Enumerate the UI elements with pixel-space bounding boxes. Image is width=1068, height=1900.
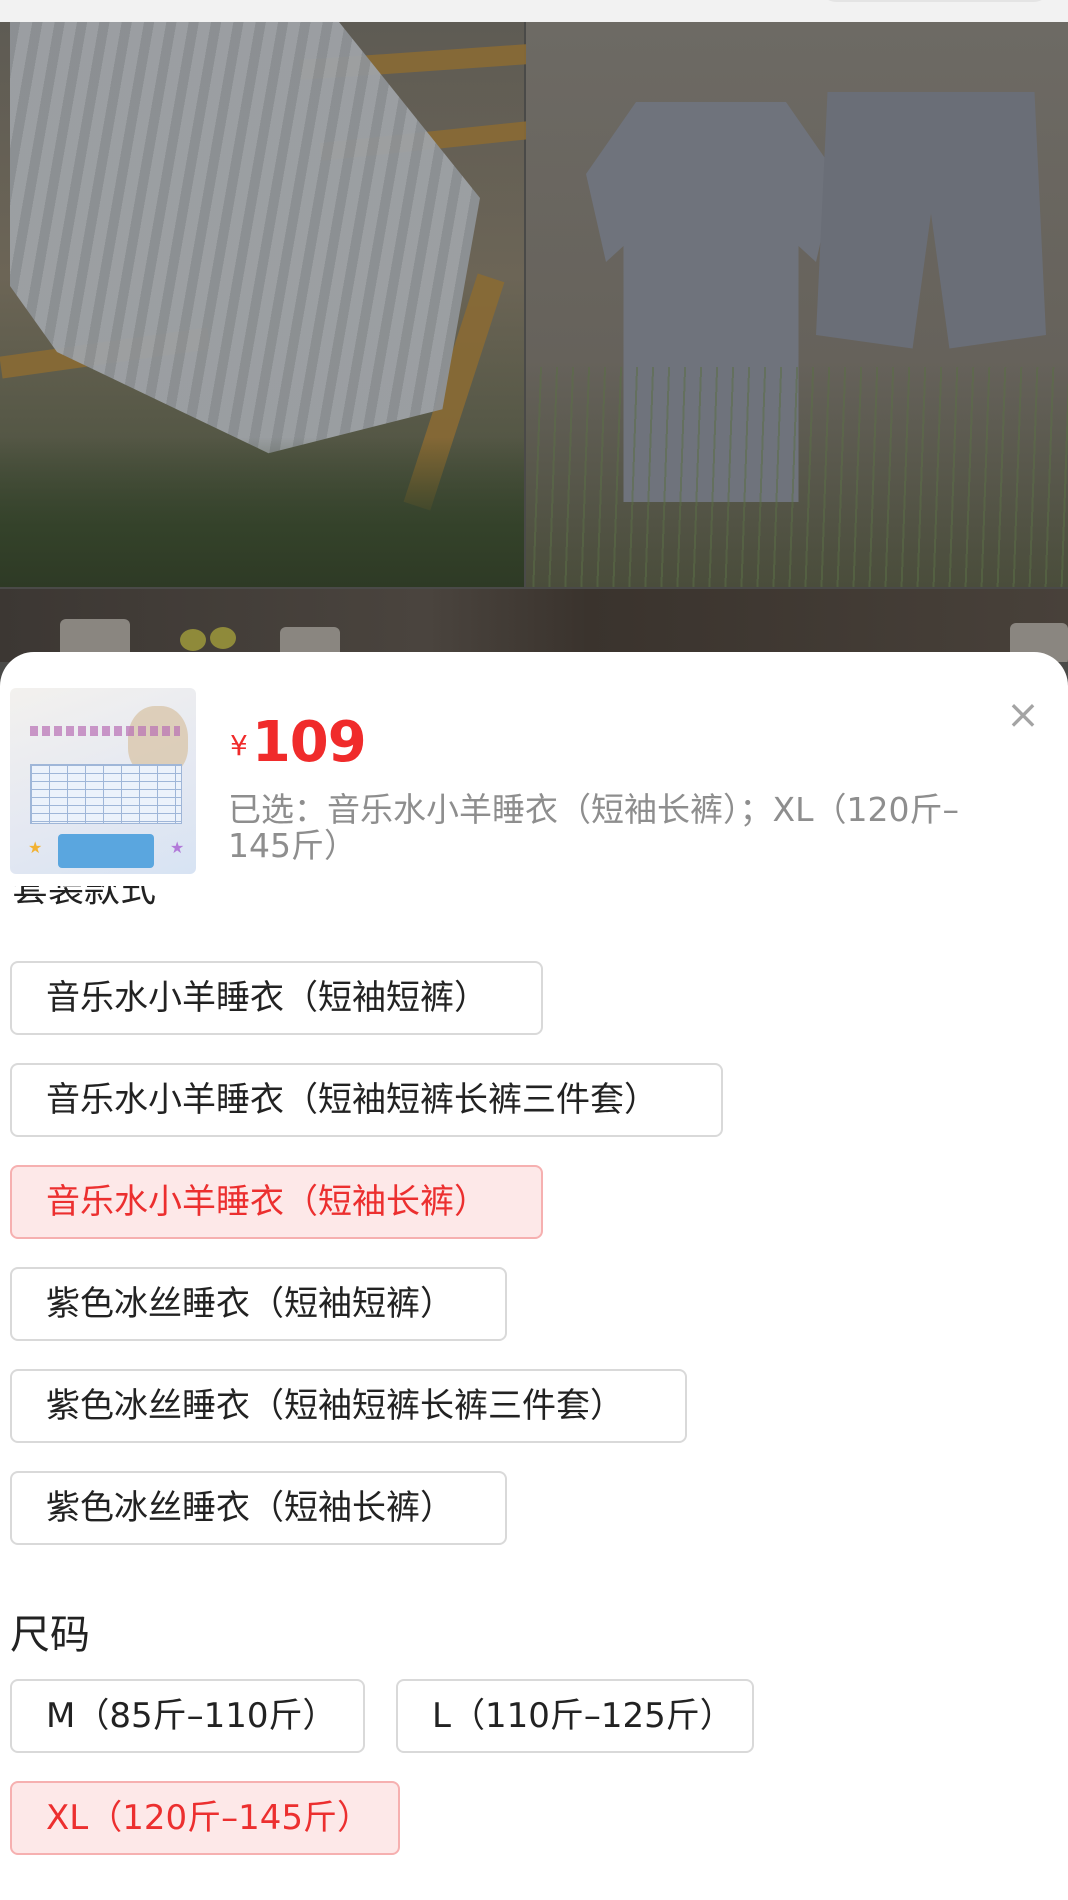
thumbnail-title-graphic (30, 726, 180, 736)
style-option[interactable]: 音乐水小羊睡衣（短袖短裤长裤三件套） (10, 1063, 723, 1137)
size-note-graphic (58, 834, 154, 868)
grass-area (0, 437, 524, 587)
style-option-selected[interactable]: 音乐水小羊睡衣（短袖长裤） (10, 1165, 543, 1239)
product-thumbnail[interactable]: ★ ★ (10, 688, 196, 874)
close-icon[interactable]: × (1006, 695, 1040, 735)
price-value: 109 (251, 710, 367, 775)
size-option[interactable]: L（110斤–125斤） (396, 1679, 754, 1753)
size-chart-graphic (30, 764, 182, 824)
fruit-image (210, 627, 236, 649)
fruit-image (180, 629, 206, 651)
currency-symbol: ¥ (230, 729, 248, 762)
star-icon: ★ (28, 838, 43, 857)
size-option[interactable]: M（85斤–110斤） (10, 1679, 365, 1753)
size-option-selected[interactable]: XL（120斤–145斤） (10, 1781, 400, 1855)
size-section-title: 尺码 (10, 1612, 90, 1658)
style-section-title-text: 套装款式 (12, 886, 157, 910)
reeds-area (526, 367, 1068, 587)
style-option[interactable]: 紫色冰丝睡衣（短袖短裤） (10, 1267, 507, 1341)
style-option[interactable]: 紫色冰丝睡衣（短袖短裤长裤三件套） (10, 1369, 687, 1443)
pajama-image (10, 22, 480, 454)
shorts-image (816, 92, 1046, 349)
product-photo-2[interactable] (526, 22, 1068, 587)
page: ★ ★ ¥109 已选：音乐水小羊睡衣（短袖长裤）；XL（120斤–145斤） … (0, 0, 1068, 1900)
style-option[interactable]: 紫色冰丝睡衣（短袖长裤） (10, 1471, 507, 1545)
search-pill[interactable] (820, 0, 1050, 2)
top-bar-strip (0, 0, 1068, 22)
selected-summary: 已选：音乐水小羊睡衣（短袖长裤）；XL（120斤–145斤） (228, 790, 959, 865)
price: ¥109 (230, 710, 367, 775)
style-section-title: 套装款式 (12, 886, 156, 912)
product-gallery-overlay[interactable] (0, 22, 1068, 662)
style-option[interactable]: 音乐水小羊睡衣（短袖短裤） (10, 961, 543, 1035)
star-icon: ★ (170, 838, 185, 857)
sku-selector-sheet: ★ ★ ¥109 已选：音乐水小羊睡衣（短袖长裤）；XL（120斤–145斤） … (0, 652, 1068, 1900)
product-photo-1[interactable] (0, 22, 531, 587)
